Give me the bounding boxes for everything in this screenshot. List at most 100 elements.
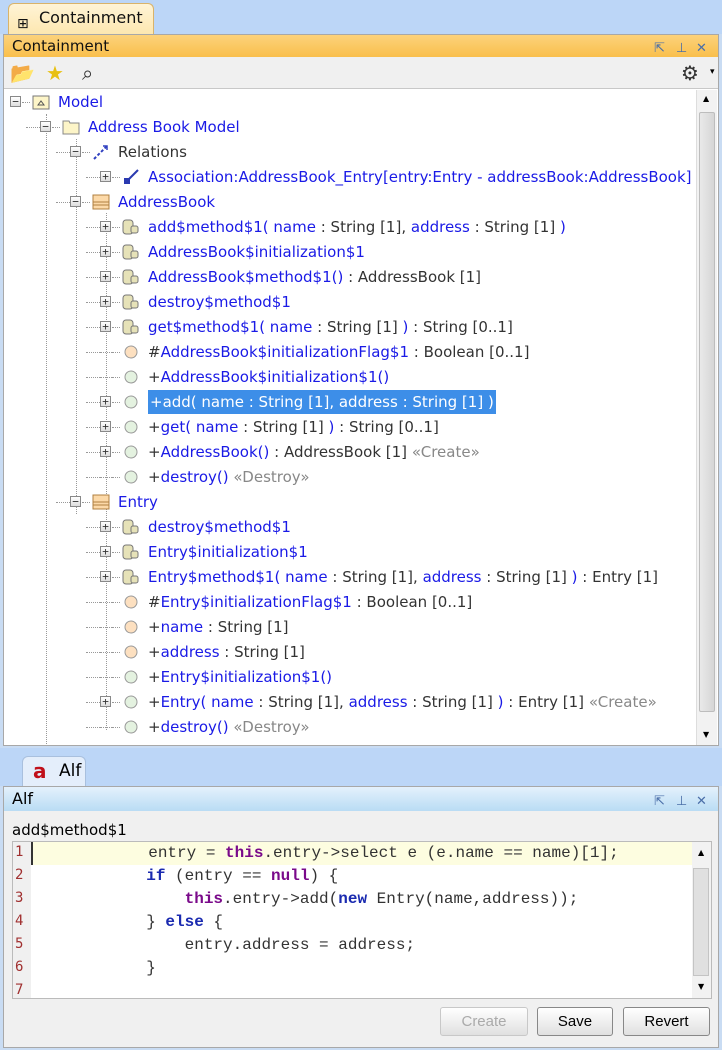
expand-toggle-icon[interactable]: + <box>100 321 111 332</box>
tree-node-label[interactable]: Relations <box>118 140 187 164</box>
search-icon[interactable]: ⌕ <box>82 61 93 85</box>
tree-node[interactable]: + AddressBook$initialization$1 <box>4 240 694 264</box>
tree-node-label[interactable]: Entry$method$1( name : String [1], addre… <box>148 565 658 589</box>
create-button[interactable]: Create <box>440 1007 528 1036</box>
scroll-up-icon[interactable]: ▲ <box>703 94 709 103</box>
tree-node-label[interactable]: Address Book Model <box>88 115 240 139</box>
tree-node-label[interactable]: +add( name : String [1], address : Strin… <box>148 390 496 414</box>
tree-node-label[interactable]: +destroy() «Destroy» <box>148 465 310 489</box>
tree-node[interactable]: + Entry$method$1( name : String [1], addr… <box>4 565 694 589</box>
expand-toggle-icon[interactable]: + <box>100 446 111 457</box>
tree-node-label[interactable]: +Entry$initialization$1() <box>148 665 332 689</box>
scroll-thumb[interactable] <box>693 868 709 976</box>
expand-toggle-icon[interactable]: + <box>100 421 111 432</box>
expand-toggle-icon[interactable]: + <box>100 271 111 282</box>
tree-node-label[interactable]: destroy$method$1 <box>148 290 291 314</box>
tree-node-label[interactable]: +name : String [1] <box>148 615 289 639</box>
chevron-down-icon[interactable]: ▾ <box>710 67 715 77</box>
tree-node[interactable]: +destroy() «Destroy» <box>4 465 694 489</box>
tree-node-label[interactable]: +Entry( name : String [1], address : Str… <box>148 690 657 714</box>
tree-node-label[interactable]: AddressBook <box>118 190 215 214</box>
revert-button[interactable]: Revert <box>623 1007 710 1036</box>
tree-node-label[interactable]: +destroy() «Destroy» <box>148 715 310 739</box>
tree-node[interactable]: + get$method$1( name : String [1] ) : Str… <box>4 315 694 339</box>
tree-node-label[interactable]: +get( name : String [1] ) : String [0..1… <box>148 415 439 439</box>
tree-node[interactable]: +destroy() «Destroy» <box>4 715 694 739</box>
scroll-down-icon[interactable]: ▼ <box>698 982 704 991</box>
collapse-toggle-icon[interactable]: − <box>70 146 81 157</box>
tree-node-label[interactable]: AddressBook$initialization$1 <box>148 240 365 264</box>
tree-node[interactable]: − Model <box>4 90 694 114</box>
tree-node[interactable]: + Entry$initialization$1 <box>4 540 694 564</box>
code-line[interactable]: } else { <box>31 911 692 934</box>
expand-toggle-icon[interactable]: + <box>100 171 111 182</box>
tree-node-label[interactable]: Association:AddressBook_Entry[entry:Entr… <box>148 165 692 189</box>
tree-node-label[interactable]: Entry$initialization$1 <box>148 540 308 564</box>
tree-node[interactable]: + +get( name : String [1] ) : String [0..… <box>4 415 694 439</box>
tree-node[interactable]: +Entry$initialization$1() <box>4 665 694 689</box>
tree-node-label[interactable]: #AddressBook$initializationFlag$1 : Bool… <box>148 340 529 364</box>
tree-node[interactable]: + +Entry( name : String [1], address : St… <box>4 690 694 714</box>
save-button[interactable]: Save <box>537 1007 613 1036</box>
tree-node-label[interactable]: Entry <box>118 490 158 514</box>
tree-node[interactable]: +name : String [1] <box>4 615 694 639</box>
tree-scrollbar[interactable]: ▲ ▼ <box>696 90 717 745</box>
code-line[interactable]: entry = this.entry->select e (e.name == … <box>31 842 692 865</box>
tree-node[interactable]: + AddressBook$method$1() : AddressBook [1… <box>4 265 694 289</box>
tree-node[interactable]: + add$method$1( name : String [1], addres… <box>4 215 694 239</box>
tree-node[interactable]: #AddressBook$initializationFlag$1 : Bool… <box>4 340 694 364</box>
float-icon[interactable]: ⇱ <box>654 790 665 814</box>
expand-toggle-icon[interactable]: + <box>100 221 111 232</box>
tree-node[interactable]: + Association:AddressBook_Entry[entry:Ent… <box>4 165 694 189</box>
tree-node[interactable]: − Entry <box>4 490 694 514</box>
tree-node[interactable]: +address : String [1] <box>4 640 694 664</box>
code-editor[interactable]: ▲ ▼ 1 entry = this.entry->select e (e.na… <box>12 841 712 999</box>
tree-node-label[interactable]: Model <box>58 90 103 114</box>
tree-node[interactable]: +AddressBook$initialization$1() <box>4 365 694 389</box>
tree-node-label[interactable]: destroy$method$1 <box>148 515 291 539</box>
collapse-toggle-icon[interactable]: − <box>40 121 51 132</box>
code-line[interactable]: } <box>31 957 692 980</box>
scroll-up-icon[interactable]: ▲ <box>698 848 704 857</box>
code-line[interactable]: this.entry->add(new Entry(name,address))… <box>31 888 692 911</box>
tree-node-label[interactable]: +AddressBook$initialization$1() <box>148 365 389 389</box>
pin-icon[interactable]: ⊥ <box>676 790 687 814</box>
code-line[interactable] <box>31 980 692 1003</box>
tree-node[interactable]: #Entry$initializationFlag$1 : Boolean [0… <box>4 590 694 614</box>
tab-alf[interactable]: a Alf <box>22 756 86 786</box>
code-line[interactable]: if (entry == null) { <box>31 865 692 888</box>
tree-node[interactable]: + destroy$method$1 <box>4 515 694 539</box>
scroll-thumb[interactable] <box>699 112 715 712</box>
collapse-toggle-icon[interactable]: − <box>70 496 81 507</box>
tree-node[interactable]: + +AddressBook() : AddressBook [1] «Creat… <box>4 440 694 464</box>
tree-node-label[interactable]: AddressBook$method$1() : AddressBook [1] <box>148 265 481 289</box>
tree-node[interactable]: − AddressBook <box>4 190 694 214</box>
tree-node-label[interactable]: add$method$1( name : String [1], address… <box>148 215 566 239</box>
expand-toggle-icon[interactable]: + <box>100 571 111 582</box>
tree-node[interactable]: + destroy$method$1 <box>4 290 694 314</box>
star-icon[interactable]: ★ <box>46 61 64 85</box>
tree-node[interactable]: − Address Book Model <box>4 115 694 139</box>
expand-toggle-icon[interactable]: + <box>100 546 111 557</box>
close-icon[interactable]: ✕ <box>696 790 707 814</box>
expand-toggle-icon[interactable]: + <box>100 696 111 707</box>
open-folder-icon[interactable]: 📂 <box>10 61 35 85</box>
scroll-down-icon[interactable]: ▼ <box>703 730 709 739</box>
tree-node[interactable]: + +add( name : String [1], address : Stri… <box>4 390 694 414</box>
tab-containment[interactable]: ⊞ Containment <box>8 3 154 34</box>
code-line[interactable]: entry.address = address; <box>31 934 692 957</box>
collapse-toggle-icon[interactable]: − <box>70 196 81 207</box>
expand-toggle-icon[interactable]: + <box>100 296 111 307</box>
expand-toggle-icon[interactable]: + <box>100 246 111 257</box>
tree-node-label[interactable]: +address : String [1] <box>148 640 305 664</box>
gear-icon[interactable]: ⚙ <box>681 61 699 85</box>
editor-scrollbar[interactable]: ▲ ▼ <box>692 842 711 998</box>
expand-toggle-icon[interactable]: + <box>100 396 111 407</box>
tree-node-label[interactable]: +AddressBook() : AddressBook [1] «Create… <box>148 440 480 464</box>
containment-tree[interactable]: − Model − Address Book Model − Relations + Asso… <box>4 90 696 745</box>
tree-node-label[interactable]: get$method$1( name : String [1] ) : Stri… <box>148 315 513 339</box>
tree-node[interactable]: − Relations <box>4 140 694 164</box>
collapse-toggle-icon[interactable]: − <box>10 96 21 107</box>
tree-node-label[interactable]: #Entry$initializationFlag$1 : Boolean [0… <box>148 590 472 614</box>
expand-toggle-icon[interactable]: + <box>100 521 111 532</box>
